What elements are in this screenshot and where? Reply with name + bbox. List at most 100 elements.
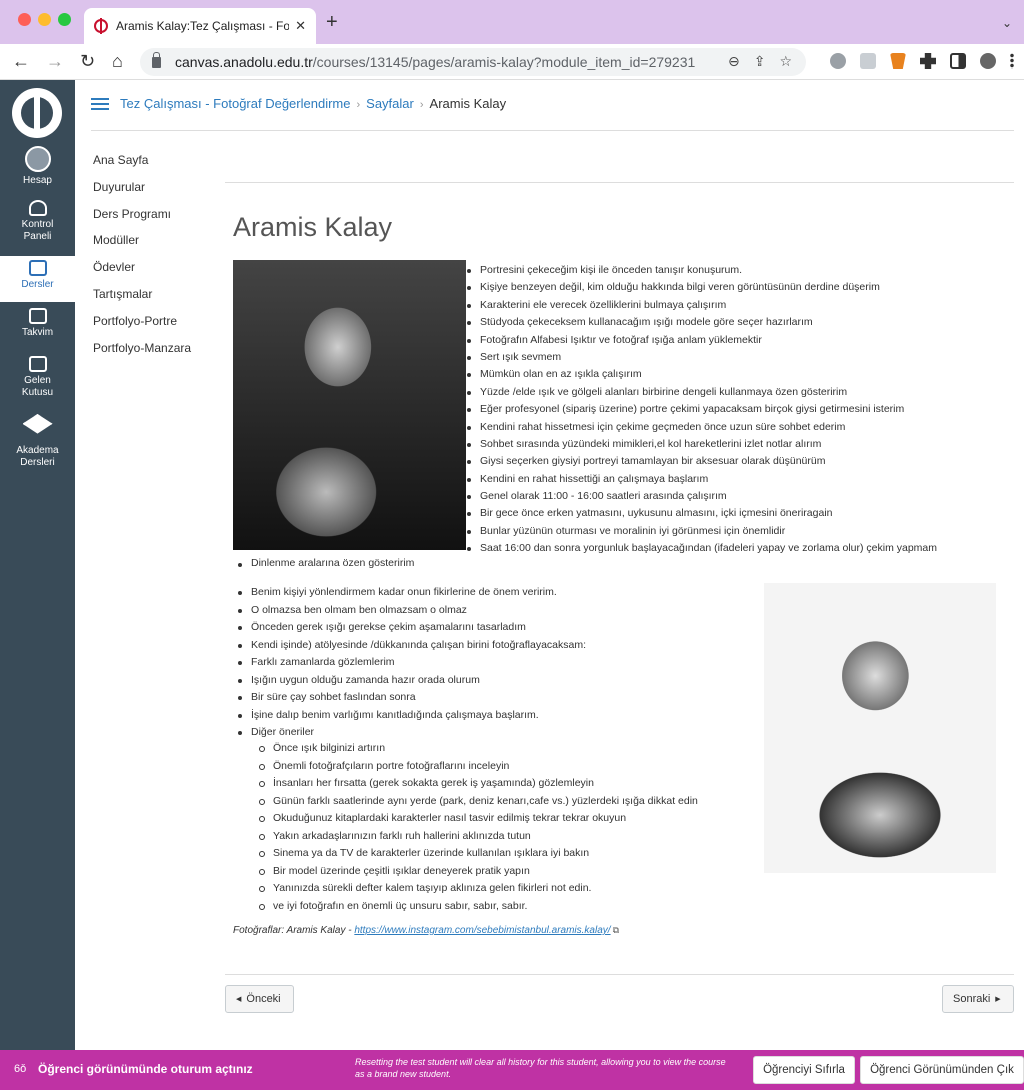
list-item: Fotoğrafın Alfabesi Işıktır ve fotoğraf … — [466, 332, 1006, 349]
next-label: Sonraki — [953, 993, 991, 1005]
list-item: Dinlenme aralarına özen gösteririm — [233, 557, 414, 569]
technique-list: Portresini çekeceğim kişi ile önceden ta… — [466, 262, 1006, 558]
globalnav-akadema[interactable]: Akadema Dersleri — [0, 414, 75, 478]
minimize-window-button[interactable] — [38, 13, 51, 26]
graduation-cap-icon — [22, 414, 53, 434]
back-icon[interactable]: ← — [12, 50, 30, 72]
breadcrumb-current: Aramis Kalay — [429, 96, 507, 111]
breadcrumb-pages[interactable]: Sayfalar — [366, 96, 414, 111]
list-item: Sert ışık sevmem — [466, 349, 1006, 366]
other-suggestions-list: Önce ışık bilginizi artırın Önemli fotoğ… — [255, 740, 755, 915]
globalnav-dashboard[interactable]: Kontrol Paneli — [0, 200, 75, 258]
previous-button[interactable]: ◀ Önceki — [225, 985, 294, 1013]
coursenav-item-home[interactable]: Ana Sayfa — [93, 150, 213, 177]
coursenav-item-assignments[interactable]: Ödevler — [93, 257, 213, 284]
globalnav-calendar[interactable]: Takvim — [0, 308, 75, 348]
metamask-fox-icon[interactable] — [890, 53, 906, 69]
new-tab-button[interactable]: + — [326, 12, 338, 32]
share-icon[interactable]: ⇪ — [754, 53, 766, 70]
calendar-icon — [28, 308, 47, 324]
globalnav-courses-label: Dersler — [21, 279, 54, 290]
lock-icon[interactable] — [152, 51, 161, 68]
list-item: Günün farklı saatlerinde aynı yerde (par… — [255, 793, 755, 811]
list-item: Yakın arkadaşlarınızın farklı ruh haller… — [255, 828, 755, 846]
leave-student-view-button[interactable]: Öğrenci Görünümünden Çık — [860, 1056, 1024, 1084]
list-item: ve iyi fotoğrafın en önemli üç unsuru sa… — [255, 898, 755, 916]
star-icon[interactable]: ☆ — [779, 53, 792, 70]
list-item: Stüdyoda çekeceksem kullanacağım ışığı m… — [466, 314, 1006, 331]
address-bar[interactable]: canvas.anadolu.edu.tr/courses/13145/page… — [140, 48, 806, 76]
credit-prefix: Fotoğraflar: Aramis Kalay - — [233, 925, 355, 936]
triangle-right-icon: ▶ — [995, 996, 1001, 1003]
instagram-link[interactable]: https://www.instagram.com/sebebimistanbu… — [354, 925, 610, 936]
coursenav-item-syllabus[interactable]: Ders Programı — [93, 204, 213, 231]
side-panel-icon[interactable] — [950, 53, 966, 69]
zoom-window-button[interactable] — [58, 13, 71, 26]
coursenav-item-portfolio-portrait[interactable]: Portfolyo-Portre — [93, 311, 213, 338]
zoom-icon[interactable]: ⊖ — [728, 53, 740, 70]
breadcrumb-separator: › — [419, 99, 424, 111]
student-view-icon: 6ǒ — [14, 1063, 27, 1075]
footer-divider — [225, 974, 1014, 975]
profile-avatar-icon[interactable] — [980, 53, 996, 69]
list-item: Farklı zamanlarda gözlemlerim — [233, 654, 753, 672]
list-item: Yanınızda sürekli defter kalem taşıyıp a… — [255, 880, 755, 898]
list-item: İnsanları her fırsatta (gerek sokakta ge… — [255, 775, 755, 793]
next-button[interactable]: Sonraki ▶ — [942, 985, 1014, 1013]
forward-icon[interactable]: → — [46, 50, 64, 72]
breadcrumb-course[interactable]: Tez Çalışması - Fotoğraf Değerlendirme — [120, 96, 350, 111]
list-item: Bir süre çay sohbet faslından sonra — [233, 689, 753, 707]
globalnav-dashboard-label: Kontrol Paneli — [21, 219, 54, 242]
list-item: Kendini rahat hissetmesi için çekime geç… — [466, 419, 1006, 436]
photo-credit: Fotoğraflar: Aramis Kalay - https://www.… — [233, 925, 619, 936]
list-item: İşine dalıp benim varlığımı kanıtladığın… — [233, 707, 753, 725]
global-navigation: Hesap Kontrol Paneli Dersler Takvim Gele… — [0, 80, 75, 1050]
reset-student-button[interactable]: Öğrenciyi Sıfırla — [753, 1056, 855, 1084]
tab-search-chevron-icon[interactable]: ⌄ — [1002, 16, 1012, 30]
list-item: Işığın uygun olduğu zamanda hazır orada … — [233, 672, 753, 690]
coursenav-item-announcements[interactable]: Duyurular — [93, 177, 213, 204]
list-item: Diğer öneriler — [233, 724, 753, 742]
extension-icon[interactable] — [830, 53, 846, 69]
home-icon[interactable]: ⌂ — [112, 50, 123, 72]
list-item: Eğer profesyonel (sipariş üzerine) portr… — [466, 401, 1006, 418]
globalnav-account[interactable]: Hesap — [0, 146, 75, 198]
list-item: Bir model üzerinde çeşitli ışıklar deney… — [255, 863, 755, 881]
portrait-photo-man-with-dog — [233, 260, 466, 550]
anadolu-favicon-icon — [94, 18, 108, 34]
list-item: Sinema ya da TV de karakterler üzerinde … — [255, 845, 755, 863]
puzzle-extensions-icon[interactable] — [920, 53, 936, 69]
list-item: Mümkün olan en az ışıkla çalışırım — [466, 366, 1006, 383]
tab-close-icon[interactable]: ✕ — [295, 18, 306, 34]
browser-toolbar: ← → ↻ ⌂ canvas.anadolu.edu.tr/courses/13… — [0, 44, 1024, 80]
coursenav-item-discussions[interactable]: Tartışmalar — [93, 284, 213, 311]
globalnav-courses[interactable]: Dersler — [0, 256, 75, 302]
globalnav-inbox[interactable]: Gelen Kutusu — [0, 356, 75, 404]
coursenav-item-modules[interactable]: Modüller — [93, 230, 213, 257]
courses-icon — [28, 260, 47, 276]
list-item: Bir gece önce erken yatmasını, uykusunu … — [466, 505, 1006, 522]
list-item: Saat 16:00 dan sonra yorgunluk başlayaca… — [466, 540, 1006, 557]
list-item: Kendi işinde) atölyesinde /dükkanında ça… — [233, 637, 753, 655]
reset-note: Resetting the test student will clear al… — [355, 1057, 726, 1079]
globalnav-account-label: Hesap — [23, 175, 52, 186]
breadcrumb: Tez Çalışması - Fotoğraf Değerlendirme › S… — [120, 96, 506, 111]
student-view-label: Öğrenci görünümünde oturum açtınız — [38, 1062, 253, 1076]
extension-icon[interactable] — [860, 53, 876, 69]
reload-icon[interactable]: ↻ — [80, 50, 95, 72]
list-item: Portresini çekeceğim kişi ile önceden ta… — [466, 262, 1006, 279]
content-divider — [225, 182, 1014, 183]
hamburger-menu-icon[interactable] — [91, 98, 109, 110]
more-menu-icon[interactable] — [1010, 53, 1014, 69]
list-item: Önceden gerek ışığı gerekse çekim aşamal… — [233, 619, 753, 637]
student-view-bar: 6ǒ Öğrenci görünümünde oturum açtınız Re… — [0, 1050, 1024, 1090]
globalnav-akadema-label: Akadema Dersleri — [16, 445, 59, 468]
browser-tab[interactable]: Aramis Kalay:Tez Çalışması - Fo ✕ — [84, 8, 316, 44]
coursenav-item-portfolio-landscape[interactable]: Portfolyo-Manzara — [93, 338, 213, 365]
anadolu-logo-icon[interactable] — [12, 88, 62, 138]
breadcrumb-separator: › — [356, 99, 361, 111]
external-link-icon: ⧉ — [612, 925, 619, 935]
previous-label: Önceki — [246, 993, 281, 1005]
close-window-button[interactable] — [18, 13, 31, 26]
dashboard-icon — [28, 200, 47, 216]
